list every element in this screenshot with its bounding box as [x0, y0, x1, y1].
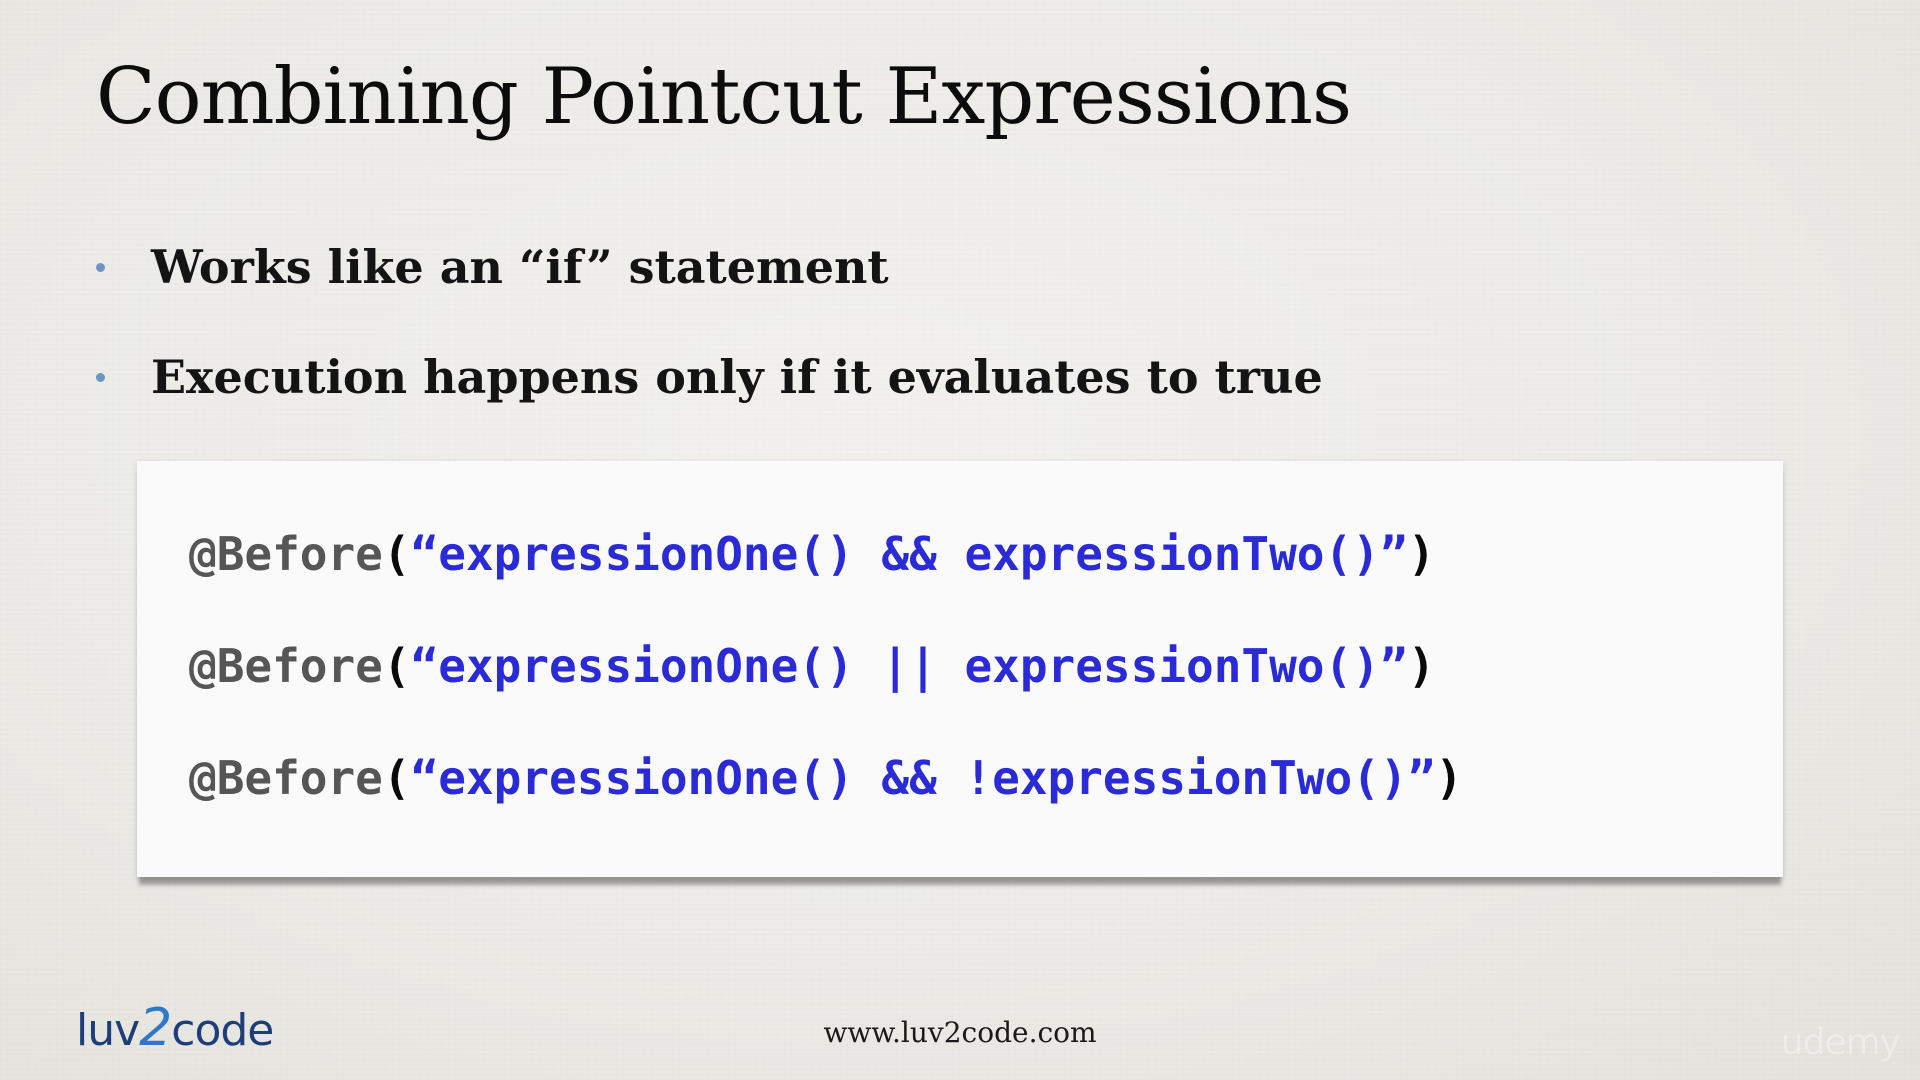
code-string: “expressionOne() && !expressionTwo()”	[410, 751, 1436, 805]
code-line-and-not: @Before(“expressionOne() && !expressionT…	[189, 755, 1463, 801]
bullet-dot-icon	[96, 372, 105, 382]
code-string: “expressionOne() || expressionTwo()”	[410, 639, 1408, 693]
code-close-paren: )	[1435, 751, 1463, 805]
code-close-paren: )	[1407, 639, 1436, 693]
bullet-item: Works like an “if” statement	[96, 212, 1323, 322]
code-line-and: @Before(“expressionOne() && expressionTw…	[189, 531, 1435, 577]
bullet-text: Execution happens only if it evaluates t…	[151, 350, 1323, 404]
slide-title: Combining Pointcut Expressions	[96, 52, 1352, 142]
code-open-paren: (	[382, 639, 411, 693]
bullet-text: Works like an “if” statement	[151, 240, 889, 294]
code-annotation: @Before	[189, 751, 383, 805]
udemy-watermark: udemy	[1780, 1022, 1901, 1063]
code-string: “expressionOne() && expressionTwo()”	[410, 527, 1408, 581]
code-open-paren: (	[382, 527, 411, 581]
bullet-list: Works like an “if” statement Execution h…	[96, 212, 1323, 432]
footer-url: www.luv2code.com	[823, 1016, 1097, 1049]
code-open-paren: (	[382, 751, 411, 805]
code-example-box: @Before(“expressionOne() && expressionTw…	[137, 461, 1783, 877]
bullet-dot-icon	[96, 262, 105, 272]
code-close-paren: )	[1407, 527, 1436, 581]
code-annotation: @Before	[189, 527, 383, 581]
code-line-or: @Before(“expressionOne() || expressionTw…	[189, 643, 1435, 689]
bullet-item: Execution happens only if it evaluates t…	[96, 322, 1323, 432]
code-annotation: @Before	[189, 639, 383, 693]
